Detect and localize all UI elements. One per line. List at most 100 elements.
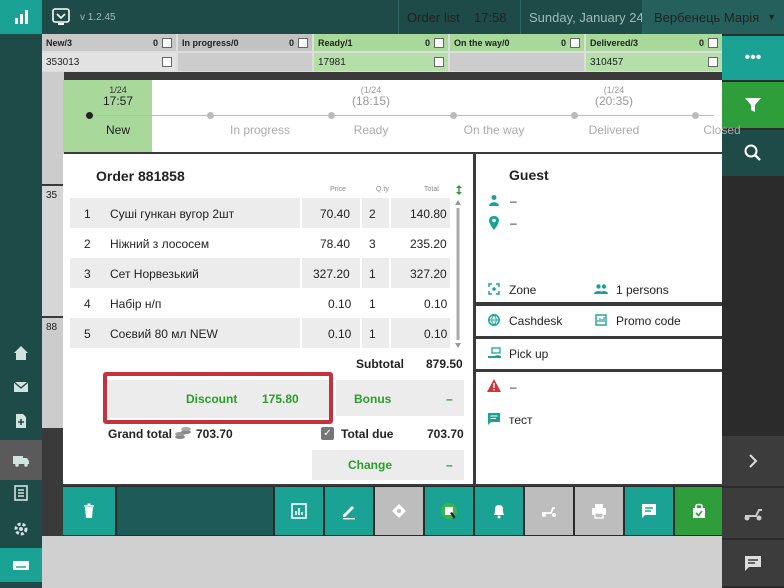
order-number-delivered[interactable]: 310457 xyxy=(586,53,722,71)
table-row[interactable]: 2 Ніжний з лососем 78.40 3 235.20 xyxy=(70,228,450,258)
stage-ready: (1/24 (18:15) Ready xyxy=(351,85,391,137)
people-icon xyxy=(594,284,608,294)
delivery-button[interactable] xyxy=(0,440,42,480)
total-due-checkbox[interactable]: ✓ xyxy=(321,427,334,440)
bag-check-icon xyxy=(692,503,705,518)
table-scrollbar[interactable] xyxy=(454,200,462,348)
stage-on-the-way: On the way xyxy=(463,123,525,137)
column-on-the-way[interactable]: On the way/0 0 xyxy=(450,34,584,51)
app-logo-icon xyxy=(52,8,70,25)
order-list-title[interactable]: Order list xyxy=(398,0,468,34)
tag-icon xyxy=(392,504,406,518)
new-order-button[interactable] xyxy=(0,404,42,438)
home-button[interactable] xyxy=(0,336,42,370)
keyboard-icon xyxy=(13,561,29,570)
guest-address[interactable]: – xyxy=(510,216,517,230)
truck-icon xyxy=(13,456,29,467)
keyboard-button[interactable] xyxy=(0,548,42,582)
courier-button[interactable] xyxy=(722,488,784,538)
notify-button[interactable] xyxy=(475,487,523,535)
bell-icon xyxy=(494,505,504,519)
warning-icon xyxy=(487,379,501,392)
person-icon xyxy=(489,195,499,206)
guest-title: Guest xyxy=(509,167,549,183)
chart-button[interactable] xyxy=(275,487,323,535)
chat-button[interactable] xyxy=(722,540,784,586)
pencil-icon xyxy=(343,506,355,520)
cashdesk-label[interactable]: Cashdesk xyxy=(509,314,562,328)
courier-action-button[interactable] xyxy=(525,487,573,535)
table-row[interactable]: 4 Набір н/п 0.10 1 0.10 xyxy=(70,288,450,318)
subtotal-value: 879.50 xyxy=(426,357,463,371)
stats-button[interactable] xyxy=(0,0,42,34)
home-icon xyxy=(14,346,28,360)
location-pin-icon xyxy=(489,216,499,230)
footer-strip xyxy=(42,536,722,588)
sort-icon[interactable] xyxy=(454,184,464,196)
more-menu-button[interactable]: ••• xyxy=(722,36,784,80)
reports-button[interactable] xyxy=(0,476,42,510)
delete-button[interactable] xyxy=(63,487,115,535)
column-header-total: Total xyxy=(424,186,439,193)
chart-icon xyxy=(291,503,307,519)
pickup-label[interactable]: Pick up xyxy=(509,347,548,361)
change-label: Change xyxy=(348,458,393,472)
chevron-down-icon: ▼ xyxy=(767,12,777,22)
persons-count[interactable]: 1 persons xyxy=(616,283,669,297)
stage-new: 1/24 17:57 New xyxy=(102,85,134,137)
order-number-new[interactable]: 353013 xyxy=(42,53,176,71)
column-new[interactable]: New/3 0 xyxy=(42,34,176,51)
status-columns: New/3 0 In progress/0 0 Ready/1 0 On the wa… xyxy=(42,34,722,72)
order-title: Order 881858 xyxy=(96,168,185,184)
print-button[interactable] xyxy=(575,487,623,535)
bar-chart-icon xyxy=(15,10,28,24)
table-row[interactable]: 5 Соєвий 80 мл NEW 0.10 1 0.10 xyxy=(70,318,450,348)
comment-icon xyxy=(488,413,500,425)
order-number-ready[interactable]: 17981 xyxy=(314,53,448,71)
zone-label[interactable]: Zone xyxy=(509,283,536,297)
cash-register-icon xyxy=(441,503,457,519)
alert-text[interactable]: – xyxy=(510,380,517,394)
discount-action-button[interactable] xyxy=(375,487,423,535)
stage-closed: Closed xyxy=(703,123,741,137)
table-row[interactable]: 1 Суші гункан вугор 2шт 70.40 2 140.80 xyxy=(70,198,450,228)
printer-icon xyxy=(592,504,606,519)
grand-total-value: 703.70 xyxy=(196,427,233,441)
change-value: – xyxy=(446,458,453,472)
right-sidebar: ••• xyxy=(722,34,784,588)
next-button[interactable] xyxy=(722,436,784,486)
guest-name[interactable]: – xyxy=(510,194,517,208)
message-button[interactable] xyxy=(625,487,673,535)
column-in-progress[interactable]: In progress/0 0 xyxy=(178,34,312,51)
dots-icon: ••• xyxy=(744,49,762,66)
list-icon xyxy=(14,485,28,501)
payment-button[interactable] xyxy=(425,487,473,535)
edit-button[interactable] xyxy=(325,487,373,535)
stage-in-progress: In progress xyxy=(229,123,291,137)
left-sidebar xyxy=(0,34,42,588)
mail-button[interactable] xyxy=(0,370,42,404)
settings-button[interactable] xyxy=(0,512,42,546)
column-header-qty: Q.ty xyxy=(376,186,389,193)
chevron-right-icon xyxy=(749,454,758,468)
promo-code-label[interactable]: Promo code xyxy=(616,314,681,328)
user-name: Вербенець Марія xyxy=(654,9,760,25)
comment-text[interactable]: тест xyxy=(509,413,533,427)
user-menu[interactable]: Вербенець Марія ▼ xyxy=(642,0,784,34)
clock-time: 17:58 xyxy=(474,9,507,25)
table-row[interactable]: 3 Сет Норвезький 327.20 1 327.20 xyxy=(70,258,450,288)
column-header-price: Price xyxy=(330,186,346,193)
scooter-icon xyxy=(542,507,556,517)
background-order-card xyxy=(42,72,64,184)
background-order-card: 35 xyxy=(42,186,64,316)
clock-date: Sunday, January 24 xyxy=(520,0,644,34)
filter-button[interactable] xyxy=(722,82,784,128)
filter-icon xyxy=(745,98,761,112)
promo-icon xyxy=(595,314,607,326)
stage-delivered: (1/24 (20:35) Delivered xyxy=(588,85,640,137)
column-delivered[interactable]: Delivered/3 0 xyxy=(586,34,722,51)
column-ready[interactable]: Ready/1 0 xyxy=(314,34,448,51)
gear-icon xyxy=(14,522,28,536)
highlight-box xyxy=(103,372,333,424)
close-order-button[interactable] xyxy=(675,487,722,535)
